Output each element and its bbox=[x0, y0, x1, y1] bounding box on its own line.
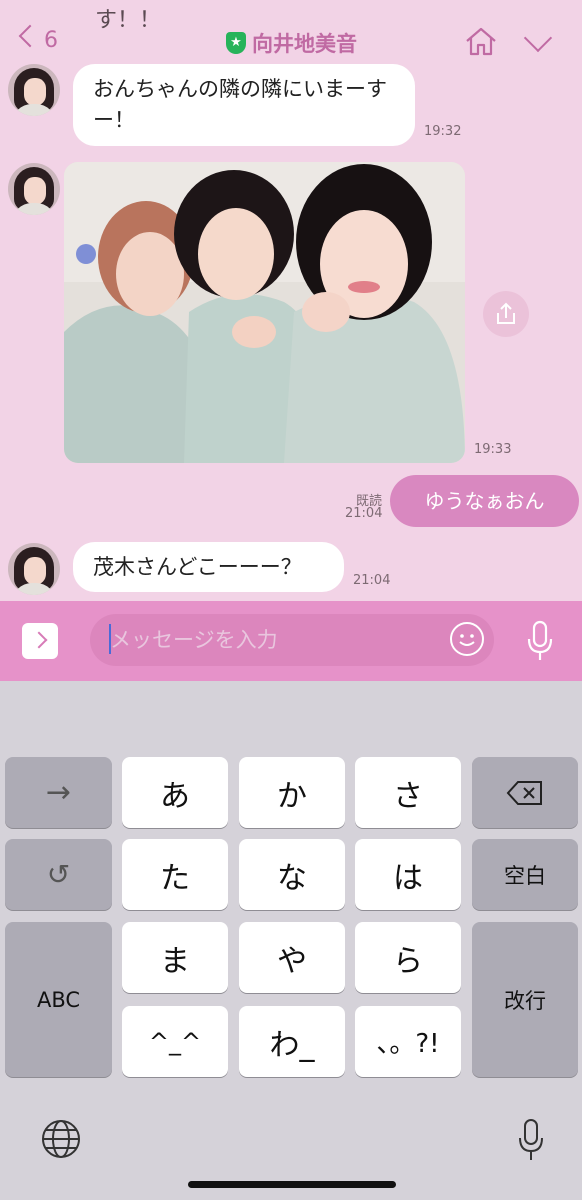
key-abc[interactable]: ABC bbox=[5, 922, 112, 1077]
chat-area: す！！ 6 ★ 向井地美音 おんちゃんの隣の隣にいまーすー！ 19:32 19:… bbox=[0, 0, 582, 601]
message-time: 21:04 bbox=[345, 506, 383, 521]
delete-key[interactable] bbox=[472, 757, 578, 828]
avatar[interactable] bbox=[8, 543, 60, 595]
microphone-icon[interactable] bbox=[525, 620, 555, 662]
text-cursor bbox=[109, 624, 111, 654]
key-na[interactable]: な bbox=[239, 839, 345, 910]
avatar[interactable] bbox=[8, 64, 60, 116]
key-ma[interactable]: ま bbox=[122, 922, 228, 993]
chat-title-text: 向井地美音 bbox=[252, 32, 357, 56]
key-space[interactable]: 空白 bbox=[472, 839, 578, 910]
message-text: おんちゃんの隣の隣にいまーすー！ bbox=[73, 64, 415, 146]
emoji-icon[interactable] bbox=[450, 622, 484, 656]
message-time: 19:32 bbox=[424, 124, 462, 139]
unread-count: 6 bbox=[44, 28, 58, 53]
message-bubble[interactable]: おんちゃんの隣の隣にいまーすー！ bbox=[73, 64, 415, 146]
partial-previous-message: す！！ bbox=[95, 8, 162, 33]
key-emoticon[interactable]: ^_^ bbox=[122, 1006, 228, 1077]
avatar[interactable] bbox=[8, 163, 60, 215]
key-sa[interactable]: さ bbox=[355, 757, 461, 828]
chevron-left-icon bbox=[18, 24, 42, 48]
key-ya[interactable]: や bbox=[239, 922, 345, 993]
key-return[interactable]: 改行 bbox=[472, 922, 578, 1077]
photo-message[interactable] bbox=[64, 162, 465, 463]
key-wa[interactable]: わ_ bbox=[239, 1006, 345, 1077]
home-icon[interactable] bbox=[464, 26, 498, 56]
group-photo-image bbox=[64, 162, 465, 463]
message-time: 21:04 bbox=[353, 573, 391, 588]
key-ta[interactable]: た bbox=[122, 839, 228, 910]
message-bubble[interactable]: 茂木さんどこーーー？ bbox=[73, 542, 344, 592]
globe-icon[interactable] bbox=[40, 1118, 82, 1160]
key-ra[interactable]: ら bbox=[355, 922, 461, 993]
key-undo[interactable]: ↺ bbox=[5, 839, 112, 910]
home-indicator[interactable] bbox=[188, 1181, 396, 1188]
share-button[interactable] bbox=[483, 291, 529, 337]
dictation-microphone-icon[interactable] bbox=[516, 1118, 546, 1162]
key-ha[interactable]: は bbox=[355, 839, 461, 910]
sent-message-bubble[interactable]: ゆうなぁおん bbox=[390, 475, 579, 527]
message-input[interactable] bbox=[90, 614, 494, 666]
chevron-down-icon[interactable] bbox=[523, 23, 553, 53]
expand-menu-button[interactable] bbox=[22, 623, 58, 659]
key-ka[interactable]: か bbox=[239, 757, 345, 828]
share-icon bbox=[497, 302, 515, 324]
key-arrow-right[interactable]: → bbox=[5, 757, 112, 828]
chat-title[interactable]: ★ 向井地美音 bbox=[226, 28, 357, 58]
message-time: 19:33 bbox=[474, 442, 512, 457]
key-a[interactable]: あ bbox=[122, 757, 228, 828]
official-shield-icon: ★ bbox=[226, 32, 246, 54]
key-punctuation[interactable]: 、。?! bbox=[355, 1006, 461, 1077]
backspace-icon bbox=[506, 780, 542, 805]
back-button[interactable]: 6 bbox=[10, 18, 70, 62]
